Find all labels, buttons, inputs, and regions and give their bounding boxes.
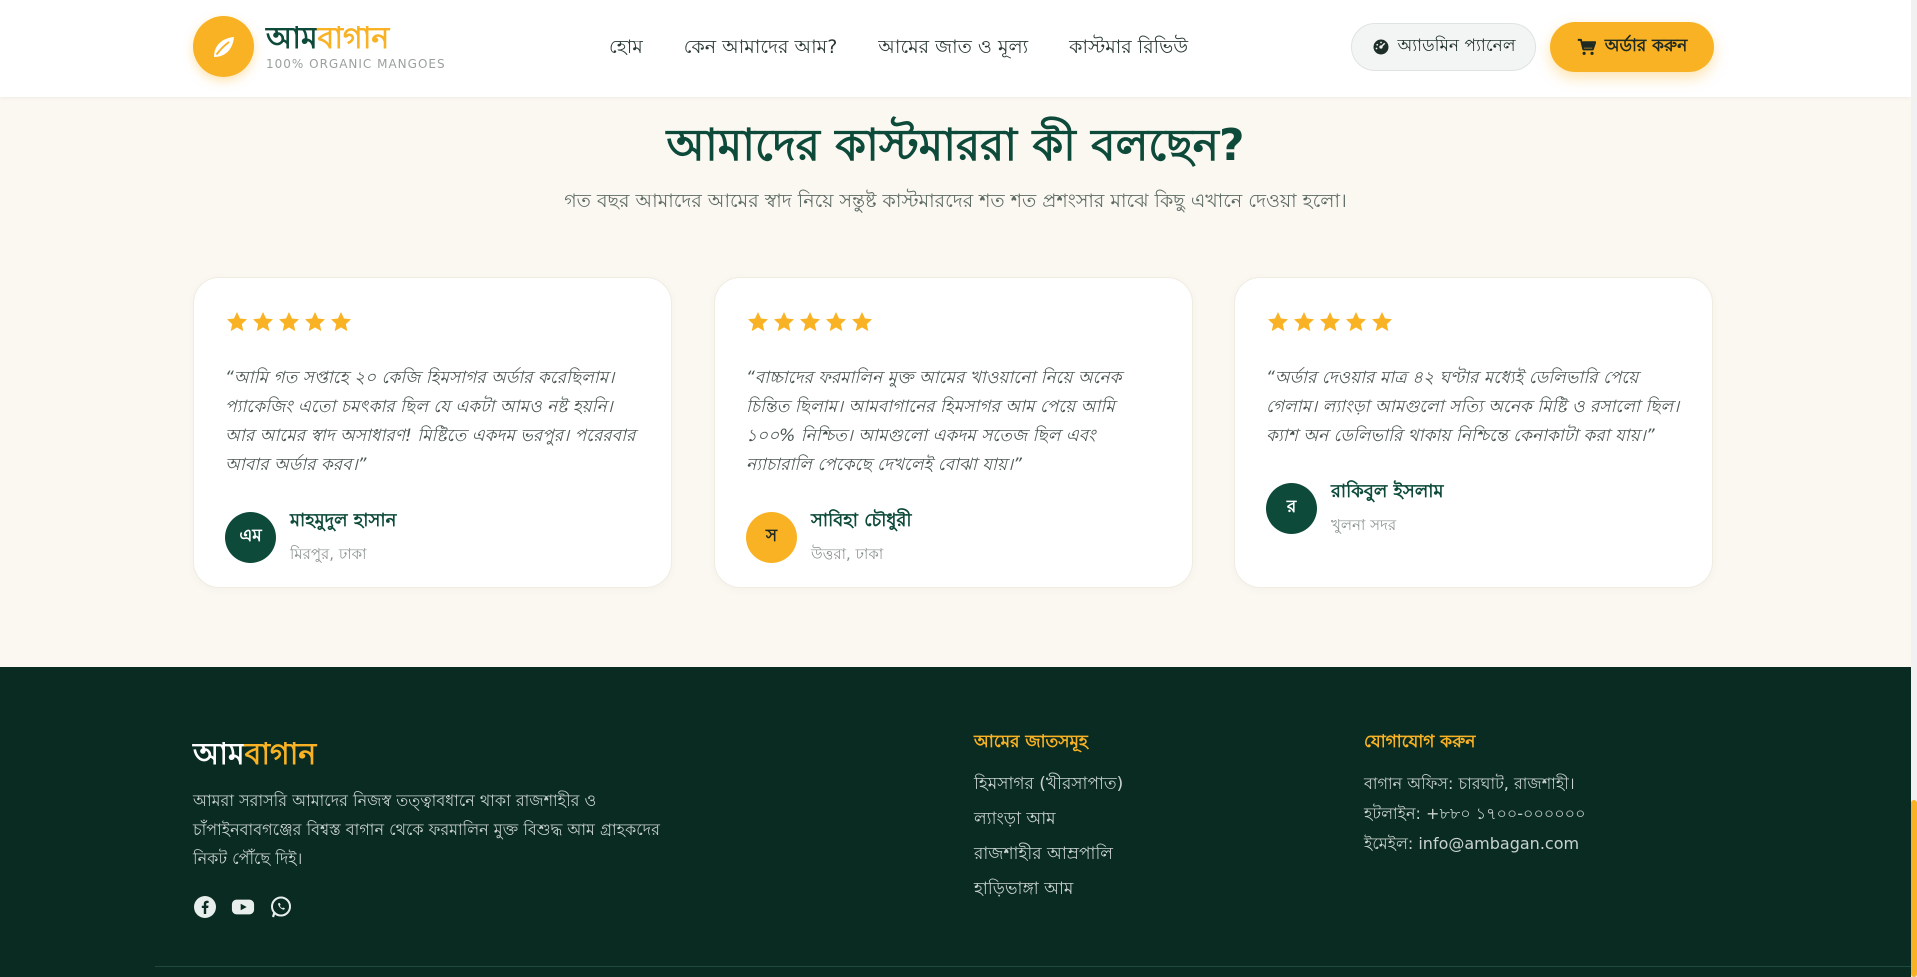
nav-item-home[interactable]: হোম xyxy=(609,33,643,65)
review-card: “আমি গত সপ্তাহে ২০ কেজি হিমসাগর অর্ডার ক… xyxy=(193,277,672,588)
contact-title: যোগাযোগ করুন xyxy=(1364,732,1476,752)
author-location: উত্তরা, ঢাকা xyxy=(811,545,884,563)
admin-panel-label: অ্যাডমিন প্যানেল xyxy=(1397,36,1516,56)
admin-panel-button[interactable]: অ্যাডমিন প্যানেল xyxy=(1351,23,1536,71)
author-name: মাহমুদুল হাসান xyxy=(290,510,397,531)
star-icon xyxy=(251,310,275,334)
review-card: “অর্ডার দেওয়ার মাত্র ৪২ ঘণ্টার মধ্যেই ড… xyxy=(1234,277,1713,588)
author-meta: রাকিবুল ইসলাম খুলনা সদর xyxy=(1331,477,1443,539)
star-icon xyxy=(329,310,353,334)
brand-text: আমবাগান 100% ORGANIC MANGOES xyxy=(266,20,446,71)
author-meta: সাবিহা চৌধুরী উত্তরা, ঢাকা xyxy=(811,506,912,568)
star-icon xyxy=(225,310,249,334)
star-icon xyxy=(1370,310,1394,334)
facebook-icon[interactable] xyxy=(193,895,217,919)
footer-description: আমরা সরাসরি আমাদের নিজস্ব তত্ত্বাবধানে থ… xyxy=(193,791,660,868)
author-location: মিরপুর, ঢাকা xyxy=(290,545,367,563)
main-nav: হোম কেন আমাদের আম? আমের জাত ও মূল্য কাস্… xyxy=(609,33,1229,65)
scrollbar-thumb[interactable] xyxy=(1911,800,1917,977)
review-quote: “অর্ডার দেওয়ার মাত্র ৪২ ঘণ্টার মধ্যেই ড… xyxy=(1266,368,1680,446)
star-icon xyxy=(1344,310,1368,334)
page-scrollbar[interactable] xyxy=(1911,0,1917,977)
gauge-icon xyxy=(1372,38,1390,56)
review-card: “বাচ্চাদের ফরমালিন মুক্ত আমের খাওয়ানো ন… xyxy=(714,277,1193,588)
contact-office: বাগান অফিস: চারঘাট, রাজশাহী। xyxy=(1364,774,1575,793)
star-icon xyxy=(1318,310,1342,334)
star-icon xyxy=(772,310,796,334)
star-icon xyxy=(824,310,848,334)
nav-item-why-us[interactable]: কেন আমাদের আম? xyxy=(684,33,838,65)
star-rating xyxy=(225,310,641,334)
nav-item-reviews[interactable]: কাস্টমার রিভিউ xyxy=(1069,33,1188,65)
footer-divider xyxy=(155,966,1911,967)
review-author: র রাকিবুল ইসলাম খুলনা সদর xyxy=(1266,477,1682,539)
footer-varieties: আমের জাতসমূহ হিমসাগর (খীরসাপাত) ল্যাংড়া… xyxy=(974,729,1123,911)
cart-icon xyxy=(1577,38,1596,56)
variety-link[interactable]: হিমসাগর (খীরসাপাত) xyxy=(974,771,1123,797)
reviews-subtitle: গত বছর আমাদের আমের স্বাদ নিয়ে সন্তুষ্ট … xyxy=(564,190,1347,212)
star-rating xyxy=(746,310,1162,334)
avatar: এম xyxy=(225,511,276,563)
brand-tagline: 100% ORGANIC MANGOES xyxy=(266,56,446,71)
brand-name: আমবাগান xyxy=(266,20,446,56)
avatar: স xyxy=(746,511,797,563)
brand-logo[interactable]: আমবাগান 100% ORGANIC MANGOES xyxy=(193,16,446,77)
star-icon xyxy=(1266,310,1290,334)
avatar: র xyxy=(1266,482,1317,534)
variety-link[interactable]: রাজশাহীর আম্রপালি xyxy=(974,841,1123,867)
star-icon xyxy=(303,310,327,334)
site-footer: আমবাগান আমরা সরাসরি আমাদের নিজস্ব তত্ত্ব… xyxy=(0,667,1911,977)
youtube-icon[interactable] xyxy=(231,895,255,919)
star-rating xyxy=(1266,310,1682,334)
contact-email[interactable]: ইমেইল: info@ambagan.com xyxy=(1364,831,1585,857)
review-quote: “আমি গত সপ্তাহে ২০ কেজি হিমসাগর অর্ডার ক… xyxy=(225,368,636,475)
whatsapp-icon[interactable] xyxy=(269,895,293,919)
author-location: খুলনা সদর xyxy=(1331,516,1397,534)
star-icon xyxy=(277,310,301,334)
footer-logo-part1: আম xyxy=(193,737,245,772)
star-icon xyxy=(746,310,770,334)
review-quote: “বাচ্চাদের ফরমালিন মুক্ত আমের খাওয়ানো ন… xyxy=(746,368,1122,475)
social-links xyxy=(193,895,293,919)
site-header: আমবাগান 100% ORGANIC MANGOES হোম কেন আমা… xyxy=(0,0,1911,97)
star-icon xyxy=(798,310,822,334)
varieties-title: আমের জাতসমূহ xyxy=(974,732,1088,752)
contact-hotline[interactable]: হটলাইন: +৮৮০ ১৭০০-০০০০০০ xyxy=(1364,801,1585,827)
brand-name-part1: আম xyxy=(266,20,318,56)
review-author: এম মাহমুদুল হাসান মিরপুর, ঢাকা xyxy=(225,506,641,568)
review-author: স সাবিহা চৌধুরী উত্তরা, ঢাকা xyxy=(746,506,1162,568)
order-button[interactable]: অর্ডার করুন xyxy=(1550,22,1714,72)
mango-leaf-icon xyxy=(193,16,254,77)
author-name: রাকিবুল ইসলাম xyxy=(1331,481,1444,502)
star-icon xyxy=(850,310,874,334)
author-meta: মাহমুদুল হাসান মিরপুর, ঢাকা xyxy=(290,506,396,568)
nav-item-varieties[interactable]: আমের জাত ও মূল্য xyxy=(878,33,1028,65)
reviews-title: আমাদের কাস্টমাররা কী বলছেন? xyxy=(666,120,1245,171)
variety-link[interactable]: ল্যাংড়া আম xyxy=(974,806,1123,832)
star-icon xyxy=(1292,310,1316,334)
footer-contact: যোগাযোগ করুন বাগান অফিস: চারঘাট, রাজশাহী… xyxy=(1364,729,1585,861)
brand-name-part2: বাগান xyxy=(317,20,390,56)
order-label: অর্ডার করুন xyxy=(1604,36,1688,56)
author-name: সাবিহা চৌধুরী xyxy=(811,510,912,531)
footer-logo-part2: বাগান xyxy=(244,737,317,772)
variety-link[interactable]: হাড়িভাঙ্গা আম xyxy=(974,876,1123,902)
footer-logo[interactable]: আমবাগান xyxy=(193,730,316,781)
